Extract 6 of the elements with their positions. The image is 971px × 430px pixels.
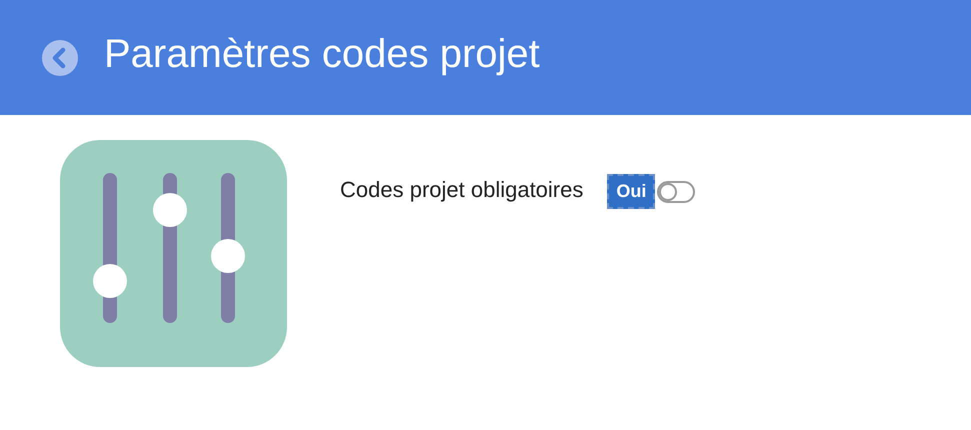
sliders-icon: [60, 140, 287, 367]
page-title: Paramètres codes projet: [104, 32, 540, 78]
setting-label: Codes projet obligatoires: [340, 176, 584, 202]
toggle-switch[interactable]: [657, 180, 696, 202]
back-icon[interactable]: [42, 40, 78, 76]
toggle-label: Oui: [607, 174, 656, 209]
